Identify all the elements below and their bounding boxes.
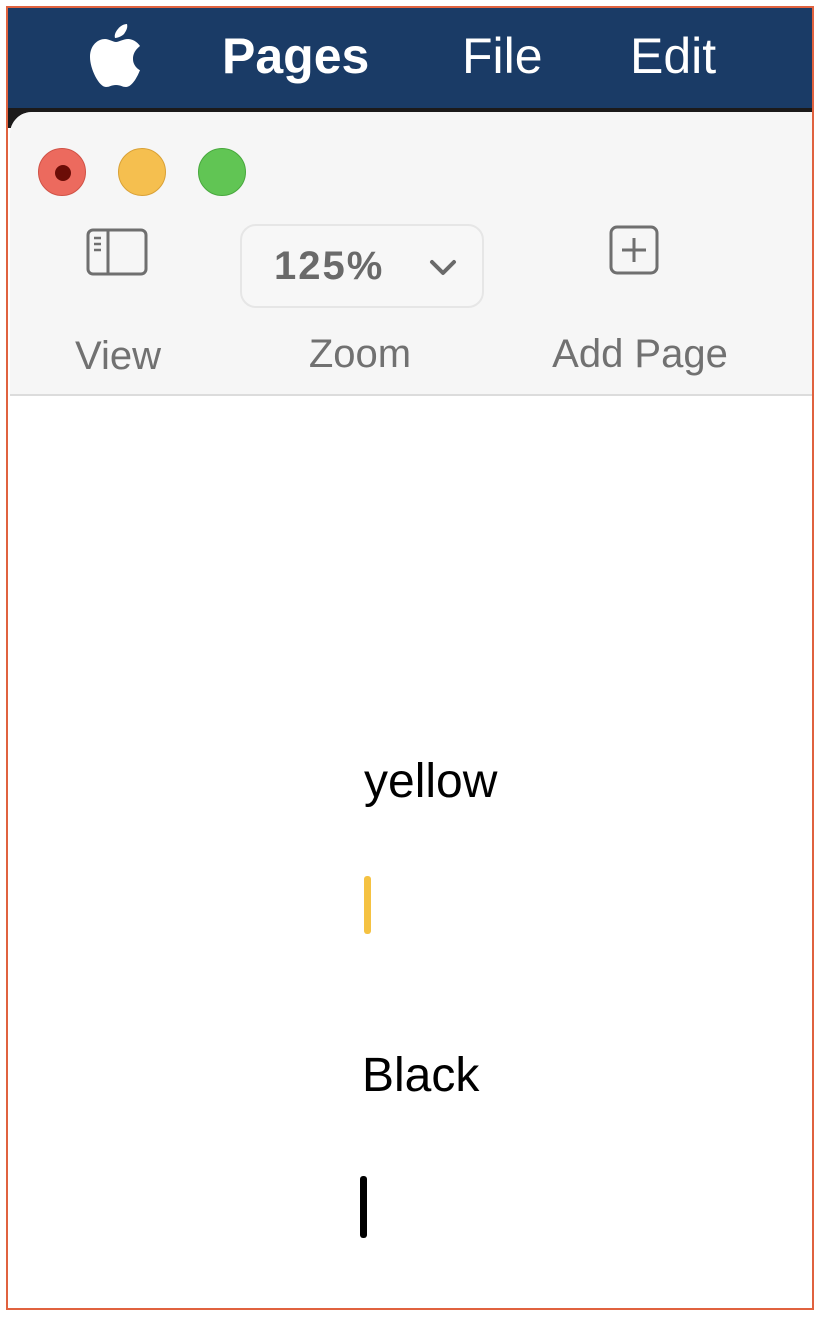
apple-logo-icon[interactable]	[86, 24, 144, 90]
screenshot-frame: Pages File Edit View 125% Zoom Add Page …	[6, 6, 814, 1310]
add-page-label: Add Page	[552, 332, 728, 376]
zoom-dropdown[interactable]: 125%	[240, 224, 484, 308]
add-page-button[interactable]	[608, 224, 660, 276]
view-button[interactable]: View	[75, 224, 161, 378]
black-text-cursor	[360, 1176, 367, 1238]
menu-app-pages[interactable]: Pages	[222, 26, 369, 86]
window-toolbar: View 125% Zoom Add Page	[10, 112, 812, 396]
document-text-black[interactable]: Black	[362, 1048, 479, 1104]
menu-edit[interactable]: Edit	[630, 26, 716, 86]
close-dot-icon	[55, 165, 71, 181]
yellow-text-cursor	[364, 876, 371, 934]
chevron-down-icon	[430, 260, 456, 275]
view-label: View	[75, 334, 161, 378]
minimize-window-button[interactable]	[118, 148, 166, 196]
zoom-value: 125%	[274, 244, 385, 288]
zoom-label: Zoom	[308, 332, 412, 376]
plus-square-icon	[609, 225, 659, 275]
pages-window: View 125% Zoom Add Page yellow Black	[10, 112, 812, 1308]
sidebar-icon	[86, 228, 148, 276]
menu-file[interactable]: File	[462, 26, 543, 86]
document-text-yellow[interactable]: yellow	[364, 754, 497, 810]
document-canvas[interactable]: yellow Black	[10, 396, 812, 1308]
menu-bar: Pages File Edit	[8, 8, 812, 108]
close-window-button[interactable]	[38, 148, 86, 196]
zoom-window-button[interactable]	[198, 148, 246, 196]
